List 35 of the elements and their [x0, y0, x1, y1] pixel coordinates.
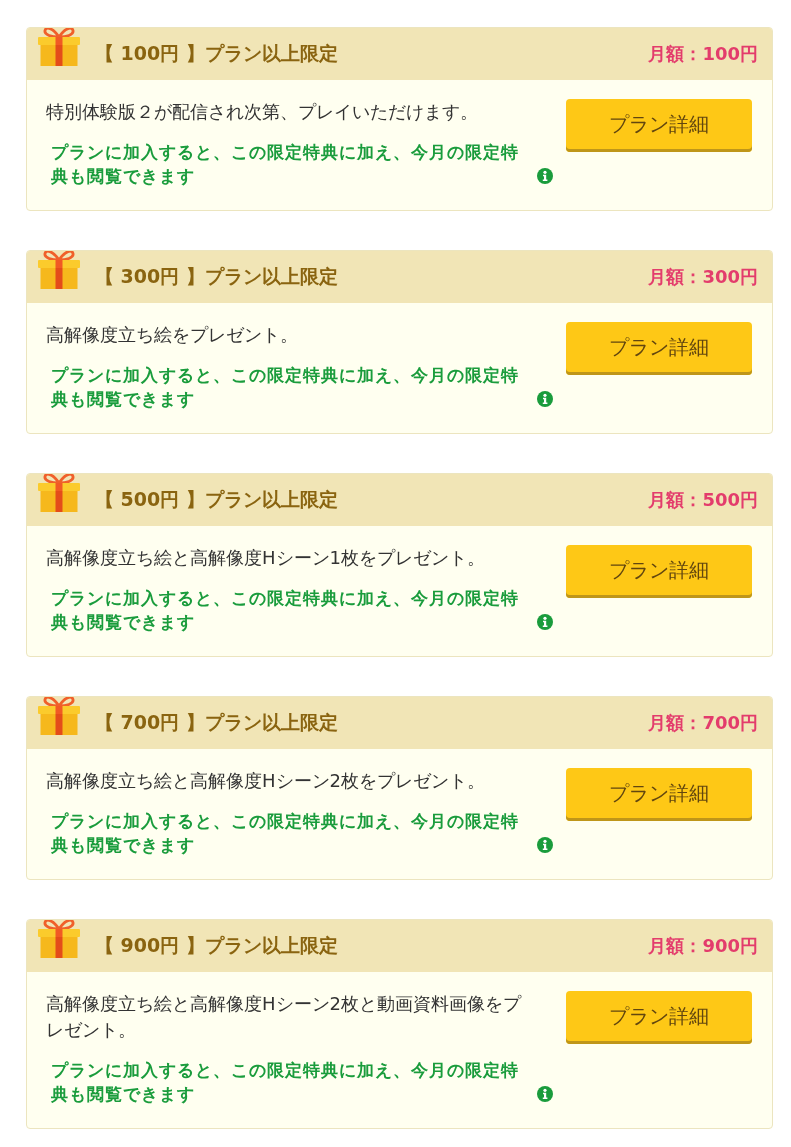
info-icon [537, 614, 553, 630]
plan-note: プランに加入すると、この限定特典に加え、今月の限定特典も閲覧できます [51, 141, 520, 188]
gift-box-icon [37, 474, 81, 512]
info-icon [537, 837, 553, 853]
plan-details-button[interactable]: プラン詳細 [566, 768, 752, 821]
monthly-price: 月額：700円 [648, 711, 758, 735]
gift-box-icon [37, 251, 81, 289]
plan-details-button[interactable]: プラン詳細 [566, 991, 752, 1044]
plan-title: 【 100円 】プラン以上限定 [95, 41, 338, 66]
plan-description: 高解像度立ち絵をプレゼント。 [46, 323, 299, 347]
info-icon [537, 391, 553, 407]
info-icon [537, 1086, 553, 1102]
plan-description: 高解像度立ち絵と高解像度Hシーン2枚と動画資料画像をプレゼント。 [46, 992, 523, 1042]
plan-description: 高解像度立ち絵と高解像度Hシーン1枚をプレゼント。 [46, 546, 486, 570]
gift-box-icon [37, 28, 81, 66]
info-icon [537, 168, 553, 184]
plan-details-button[interactable]: プラン詳細 [566, 99, 752, 152]
monthly-price: 月額：300円 [648, 265, 758, 289]
plan-details-button[interactable]: プラン詳細 [566, 545, 752, 598]
plan-title: 【 300円 】プラン以上限定 [95, 264, 338, 289]
plan-title: 【 500円 】プラン以上限定 [95, 487, 338, 512]
plan-title: 【 700円 】プラン以上限定 [95, 710, 338, 735]
plan-note: プランに加入すると、この限定特典に加え、今月の限定特典も閲覧できます [51, 364, 520, 411]
plan-details-button[interactable]: プラン詳細 [566, 322, 752, 375]
monthly-price: 月額：500円 [648, 488, 758, 512]
plan-description: 高解像度立ち絵と高解像度Hシーン2枚をプレゼント。 [46, 769, 486, 793]
plan-title: 【 900円 】プラン以上限定 [95, 933, 338, 958]
plan-description: 特別体験版２が配信され次第、プレイいただけます。 [46, 100, 479, 124]
gift-box-icon [37, 920, 81, 958]
plan-note: プランに加入すると、この限定特典に加え、今月の限定特典も閲覧できます [51, 1059, 520, 1106]
monthly-price: 月額：100円 [648, 42, 758, 66]
plan-note: プランに加入すると、この限定特典に加え、今月の限定特典も閲覧できます [51, 810, 520, 857]
gift-box-icon [37, 697, 81, 735]
plan-note: プランに加入すると、この限定特典に加え、今月の限定特典も閲覧できます [51, 587, 520, 634]
monthly-price: 月額：900円 [648, 934, 758, 958]
